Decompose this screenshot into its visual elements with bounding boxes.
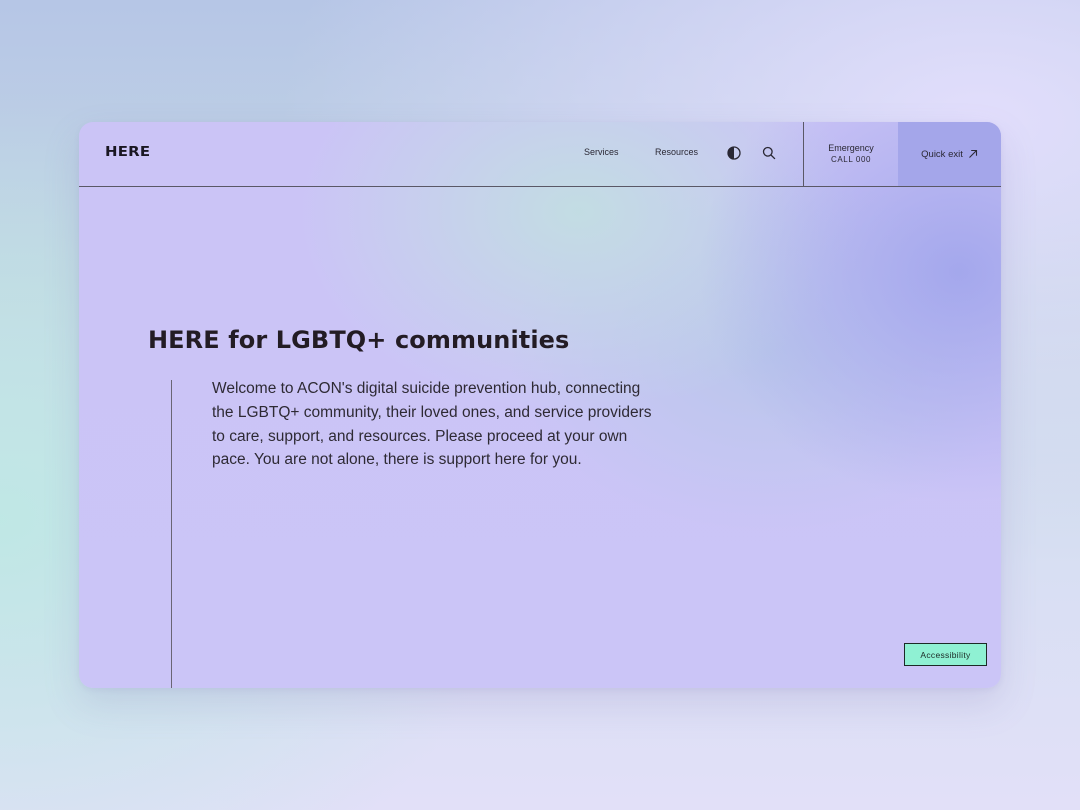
emergency-label: Emergency [828, 143, 874, 153]
emergency-call-button[interactable]: Emergency CALL 000 [803, 122, 899, 186]
search-button[interactable] [760, 144, 778, 162]
site-header: HERE Services Resources Emergency CALL 0… [79, 122, 1001, 187]
quick-exit-label: Quick exit [921, 148, 963, 160]
hero-title: HERE for LGBTQ+ communities [148, 326, 570, 354]
site-logo[interactable]: HERE [105, 145, 150, 160]
contrast-icon [727, 146, 741, 160]
vertical-divider [171, 380, 172, 688]
page-card: HERE Services Resources Emergency CALL 0… [79, 122, 1001, 688]
accessibility-button[interactable]: Accessibility [904, 643, 987, 666]
quick-exit-button[interactable]: Quick exit [898, 122, 1001, 186]
contrast-toggle-button[interactable] [725, 144, 743, 162]
arrow-up-right-icon [968, 149, 977, 158]
emergency-phone: CALL 000 [830, 155, 872, 164]
hero-intro-text: Welcome to ACON's digital suicide preven… [212, 380, 652, 469]
search-icon [762, 146, 776, 160]
nav-resources-link[interactable]: Resources [655, 147, 698, 157]
nav-services-link[interactable]: Services [584, 147, 619, 157]
